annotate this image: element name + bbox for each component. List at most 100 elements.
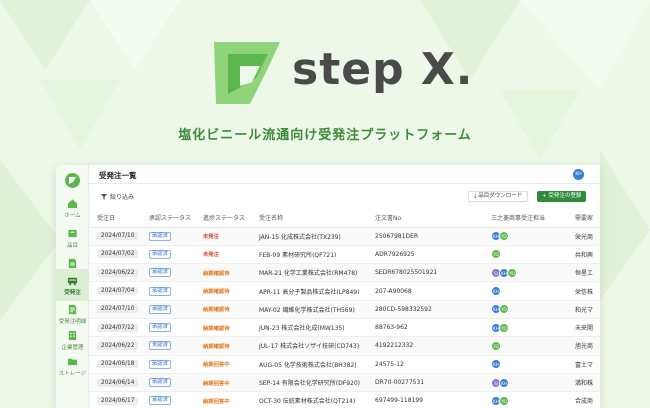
rep-avatar[interactable]: YO <box>491 340 501 351</box>
order-date-cell: 2024/06/14 <box>89 373 141 393</box>
approval-badge: 承認済 <box>149 249 171 259</box>
order-date-cell: 2024/06/18 <box>89 355 141 374</box>
table-row[interactable]: 2024/06/14 承認済 納期回答中 SEP-14 有限会社化学研究所(DF920… <box>89 373 600 393</box>
reps-cell: KH YO <box>483 227 567 246</box>
rep-avatar[interactable]: KH <box>499 377 509 388</box>
order-number: 25067981DER <box>367 227 483 246</box>
approval-badge: 承認済 <box>149 231 171 241</box>
rep-avatar[interactable]: KH <box>491 286 501 297</box>
column-header[interactable]: 注文書No. <box>367 209 483 228</box>
order-date-cell: 2024/07/10 <box>89 300 141 319</box>
column-header[interactable]: 承認ステータス <box>141 209 195 228</box>
approval-badge: 承認済 <box>149 286 171 296</box>
filter-label: 絞り込み <box>110 194 135 201</box>
reps-cell: YO <box>483 245 567 265</box>
approval-cell: 承認済 <box>141 300 195 319</box>
column-header[interactable]: 進捗ステータス <box>195 209 251 228</box>
order-name[interactable]: OCT-30 伝統素材株式会社(QT214) <box>251 391 367 408</box>
order-number: 88763-962 <box>367 318 483 338</box>
register-order-button[interactable]: + 受発注の登録 <box>537 191 587 202</box>
order-number: 4192212332 <box>367 336 483 356</box>
rep-avatar[interactable]: YO <box>499 231 509 242</box>
approval-badge: 承認済 <box>149 268 171 278</box>
sidebar-item-label: 受発注 <box>64 289 81 296</box>
progress-status: 納期確認待 <box>203 325 230 332</box>
order-number: 24575-12 <box>367 355 483 374</box>
rep-avatar[interactable]: YO <box>507 267 517 278</box>
progress-status: 納期確認待 <box>203 270 230 277</box>
page-title: 受発注一覧 <box>99 171 137 180</box>
order-date-cell: 2024/06/22 <box>89 336 141 356</box>
table-row[interactable]: 2024/07/12 承認済 納期確認待 JUN-23 株式会社化成(MW135) 88… <box>89 318 600 338</box>
rep-avatar[interactable]: YO <box>499 322 509 333</box>
order-name[interactable]: JUL-17 株式会社ソザイ技研(CD743) <box>251 336 367 356</box>
rep-avatar[interactable]: KH <box>491 359 501 370</box>
progress-cell: 納期回答中 <box>195 355 251 374</box>
progress-cell: 納期確認待 <box>195 263 251 283</box>
column-header[interactable]: 三之菱商事受注担当 <box>483 209 567 228</box>
rep-avatar[interactable]: YO <box>499 304 509 315</box>
order-name[interactable]: APR-11 高分子製品株式会社(LP849) <box>251 281 367 301</box>
topbar: 受発注一覧 KH <box>89 165 600 184</box>
order-date: 2024/06/22 <box>97 268 139 277</box>
order-name[interactable]: JUN-23 株式会社化成(MW135) <box>251 318 367 338</box>
sidebar-item-home[interactable]: ホーム <box>56 193 89 223</box>
table-row[interactable]: 2024/06/22 未認済 納期確認待 JUL-17 株式会社ソザイ技研(CD743… <box>89 336 600 356</box>
download-button[interactable]: ⤓ 品目ダウンロード <box>468 191 529 202</box>
approval-cell: 承認済 <box>141 227 195 246</box>
table-row[interactable]: 2024/07/04 承認済 納期確認待 APR-11 高分子製品株式会社(LP849… <box>89 281 600 301</box>
toolbar: 絞り込み ⤓ 品目ダウンロード + 受発注の登録 <box>89 187 600 205</box>
table-row[interactable]: 2024/07/02 承認済 未発注 FEB-09 素材研究所(QF721) ADR79… <box>89 245 600 265</box>
table-row[interactable]: 2024/06/22 承認済 納期確認待 MAR-21 化学工業株式会社(RM478)… <box>89 263 600 283</box>
rep-avatar[interactable]: YO <box>499 395 509 406</box>
progress-cell: 納期回答中 <box>195 391 251 408</box>
sidebar-item-orders[interactable]: 受発注 <box>56 269 89 301</box>
order-name[interactable]: JAN-15 化成株式会社(TX239) <box>251 227 367 246</box>
sidebar-item-storage[interactable]: ストレージ <box>56 351 89 381</box>
table-row[interactable]: 2024/07/10 承認済 納期確認待 MAY-02 繊維化学株式会社(TH569)… <box>89 300 600 319</box>
step-x-logo-icon <box>214 42 280 104</box>
approval-cell: 未認済 <box>141 336 195 356</box>
rep-avatars: KH YO <box>491 395 567 406</box>
order-number: ADR7926925 <box>367 245 483 265</box>
table-row[interactable]: 2024/07/10 承認済 未発注 JAN-15 化成株式会社(TX239) 2506… <box>89 227 600 246</box>
order-date-cell: 2024/07/02 <box>89 245 141 265</box>
approval-cell: 承認済 <box>141 281 195 301</box>
progress-status: 納期確認待 <box>203 289 230 296</box>
sidebar-item-items[interactable]: 品目 <box>56 223 89 253</box>
order-name[interactable]: MAR-21 化学工業株式会社(RM478) <box>251 263 367 283</box>
filter-button[interactable]: 絞り込み <box>101 192 134 201</box>
order-number: DR70-00277531 <box>367 373 483 393</box>
column-header[interactable]: 受注名称 <box>251 209 367 228</box>
order-name[interactable]: FEB-09 素材研究所(QF721) <box>251 245 367 265</box>
order-name[interactable]: MAY-02 繊維化学株式会社(TH569) <box>251 300 367 319</box>
order-name[interactable]: AUG-05 化学技術株式会社(BH382) <box>251 355 367 374</box>
table-row[interactable]: 2024/06/18 承認済 納期回答中 AUG-05 化学技術株式会社(BH382)… <box>89 355 600 374</box>
customer-name: 栄信株 <box>567 281 600 301</box>
sidebar: ホーム 品目 見積 受発注 受発注明細 企業管理 ストレージ <box>56 165 89 408</box>
progress-cell: 納期回答中 <box>195 373 251 393</box>
progress-status: 納期回答中 <box>203 398 230 405</box>
customer-name: 恒星エ <box>567 263 600 283</box>
sidebar-item-label: 品目 <box>66 242 78 249</box>
user-avatar[interactable]: KH <box>573 169 584 180</box>
rep-avatars: YO <box>491 249 567 260</box>
column-header[interactable]: 受注日 <box>89 209 141 228</box>
customer-name: 旭光商 <box>567 336 600 356</box>
order-date: 2024/07/12 <box>97 323 139 332</box>
rep-avatars: KH YO <box>491 231 567 242</box>
progress-cell: 未発注 <box>195 227 251 246</box>
reps-cell: SJ KH <box>483 373 567 393</box>
rep-avatars: KH <box>491 359 567 370</box>
rep-avatars: SJ KH <box>491 377 567 388</box>
app-logo-icon[interactable] <box>65 173 80 188</box>
rep-avatars: YO <box>491 340 567 351</box>
sidebar-item-label: ホーム <box>64 212 81 219</box>
sidebar-item-label: ストレージ <box>58 370 87 377</box>
reps-cell: KH <box>483 281 567 301</box>
column-header[interactable]: 需要家 <box>567 209 600 228</box>
tagline: 塩化ビニール流通向け受発注プラットフォーム <box>178 128 472 143</box>
table-row[interactable]: 2024/06/17 承認済 納期回答中 OCT-30 伝統素材株式会社(QT214)… <box>89 391 600 408</box>
order-name[interactable]: SEP-14 有限会社化学研究所(DF920) <box>251 373 367 393</box>
rep-avatar[interactable]: YO <box>491 249 501 260</box>
